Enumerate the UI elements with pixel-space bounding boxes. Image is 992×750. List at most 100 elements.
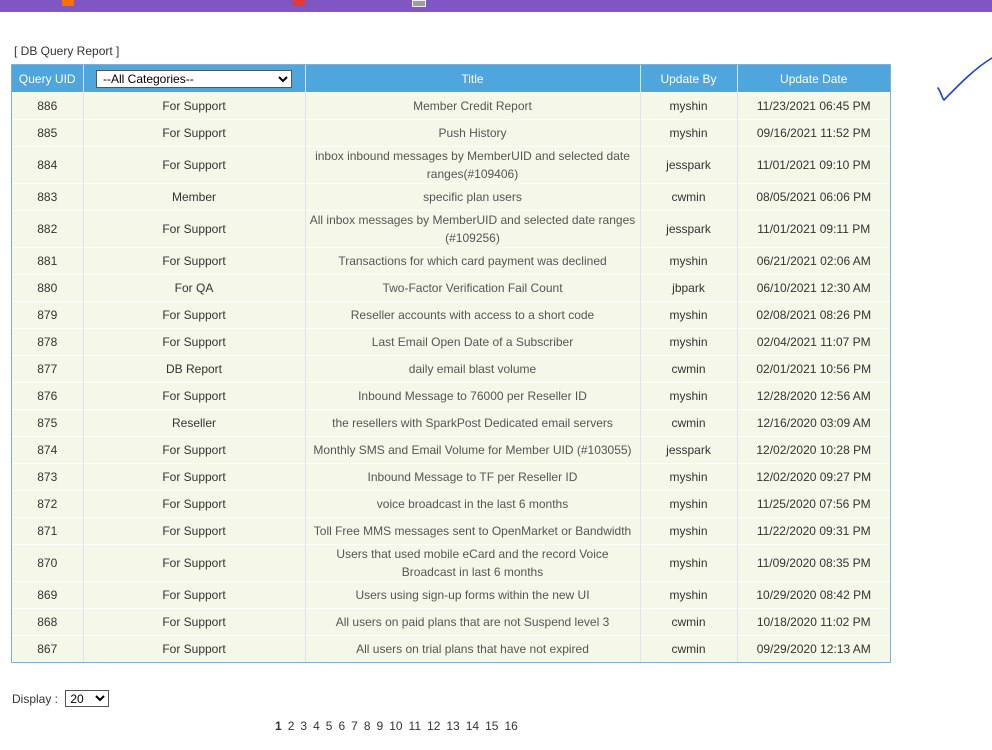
title-cell[interactable]: Toll Free MMS messages sent to OpenMarke… — [305, 517, 641, 545]
update-date-cell: 02/08/2021 08:26 PM — [737, 301, 890, 329]
page-link-12[interactable]: 12 — [427, 719, 440, 733]
query-uid-cell: 871 — [12, 517, 84, 545]
title-cell[interactable]: daily email blast volume — [305, 355, 641, 383]
category-cell: For Support — [83, 328, 306, 356]
title-cell[interactable]: Member Credit Report — [305, 92, 641, 120]
table-row[interactable]: 869 For Support Users using sign-up forms … — [12, 581, 890, 609]
document-icon[interactable] — [412, 0, 426, 7]
category-cell: For Support — [83, 146, 306, 184]
query-uid-cell: 870 — [12, 544, 84, 582]
table-row[interactable]: 868 For Support All users on paid plans th… — [12, 608, 890, 636]
title-cell[interactable]: All users on trial plans that have not e… — [305, 635, 641, 662]
title-cell[interactable]: All users on paid plans that are not Sus… — [305, 608, 641, 636]
table-row[interactable]: 882 For Support All inbox messages by Memb… — [12, 210, 890, 248]
orange-icon[interactable] — [62, 0, 74, 6]
table-row[interactable]: 871 For Support Toll Free MMS messages sen… — [12, 517, 890, 545]
update-date-cell: 08/05/2021 06:06 PM — [737, 183, 890, 211]
title-cell[interactable]: Last Email Open Date of a Subscriber — [305, 328, 641, 356]
title-cell[interactable]: voice broadcast in the last 6 months — [305, 490, 641, 518]
red-icon[interactable] — [293, 0, 305, 6]
update-date-cell: 06/10/2021 12:30 AM — [737, 274, 890, 302]
update-by-cell: myshin — [640, 463, 738, 491]
update-by-cell: jesspark — [640, 146, 738, 184]
page-link-9[interactable]: 9 — [377, 719, 384, 733]
title-cell[interactable]: Users that used mobile eCard and the rec… — [305, 544, 641, 582]
page-link-15[interactable]: 15 — [485, 719, 498, 733]
page-link-4[interactable]: 4 — [313, 719, 320, 733]
title-cell[interactable]: the resellers with SparkPost Dedicated e… — [305, 409, 641, 437]
table-row[interactable]: 874 For Support Monthly SMS and Email Volu… — [12, 436, 890, 464]
table-row[interactable]: 883 Member specific plan users cwmin 08/05/2… — [12, 183, 890, 211]
update-by-cell: myshin — [640, 382, 738, 410]
col-query-uid[interactable]: Query UID — [12, 65, 84, 93]
col-update-by[interactable]: Update By — [640, 65, 738, 93]
title-cell[interactable]: All inbox messages by MemberUID and sele… — [305, 210, 641, 248]
page-link-8[interactable]: 8 — [364, 719, 371, 733]
category-cell: For QA — [83, 274, 306, 302]
table-row[interactable]: 885 For Support Push History myshin 09/16/20… — [12, 119, 890, 147]
page-link-6[interactable]: 6 — [338, 719, 345, 733]
display-count-select[interactable]: 20 — [65, 690, 110, 707]
category-filter-select[interactable]: --All Categories-- — [96, 69, 292, 88]
category-cell: For Support — [83, 436, 306, 464]
table-row[interactable]: 876 For Support Inbound Message to 76000 p… — [12, 382, 890, 410]
title-cell[interactable]: Monthly SMS and Email Volume for Member … — [305, 436, 641, 464]
title-cell[interactable]: specific plan users — [305, 183, 641, 211]
query-uid-cell: 886 — [12, 92, 84, 120]
page-link-13[interactable]: 13 — [446, 719, 459, 733]
update-date-cell: 02/04/2021 11:07 PM — [737, 328, 890, 356]
update-date-cell: 11/09/2020 08:35 PM — [737, 544, 890, 582]
title-cell[interactable]: Inbound Message to TF per Reseller ID — [305, 463, 641, 491]
page-link-7[interactable]: 7 — [351, 719, 358, 733]
table-row[interactable]: 873 For Support Inbound Message to TF per … — [12, 463, 890, 491]
title-cell[interactable]: Two-Factor Verification Fail Count — [305, 274, 641, 302]
category-cell: Member — [83, 183, 306, 211]
title-cell[interactable]: Push History — [305, 119, 641, 147]
page-link-16[interactable]: 16 — [504, 719, 517, 733]
category-cell: For Support — [83, 635, 306, 662]
category-cell: For Support — [83, 119, 306, 147]
page-link-5[interactable]: 5 — [326, 719, 333, 733]
table-row[interactable]: 886 For Support Member Credit Report myshin… — [12, 92, 890, 120]
page-link-2[interactable]: 2 — [288, 719, 295, 733]
checkmark-annotation-icon — [937, 57, 992, 102]
page-link-1[interactable]: 1 — [275, 719, 282, 733]
update-by-cell: cwmin — [640, 355, 738, 383]
table-row[interactable]: 870 For Support Users that used mobile eCa… — [12, 544, 890, 582]
update-date-cell: 10/29/2020 08:42 PM — [737, 581, 890, 609]
col-update-date[interactable]: Update Date — [737, 65, 890, 93]
query-uid-cell: 879 — [12, 301, 84, 329]
table-row[interactable]: 875 Reseller the resellers with SparkPost … — [12, 409, 890, 437]
query-uid-cell: 867 — [12, 635, 84, 662]
category-cell: DB Report — [83, 355, 306, 383]
table-row[interactable]: 872 For Support voice broadcast in the las… — [12, 490, 890, 518]
query-uid-cell: 868 — [12, 608, 84, 636]
table-row[interactable]: 879 For Support Reseller accounts with acc… — [12, 301, 890, 329]
table-row[interactable]: 877 DB Report daily email blast volume cwmi… — [12, 355, 890, 383]
table-row[interactable]: 878 For Support Last Email Open Date of a … — [12, 328, 890, 356]
update-date-cell: 11/01/2021 09:11 PM — [737, 210, 890, 248]
title-cell[interactable]: Reseller accounts with access to a short… — [305, 301, 641, 329]
update-date-cell: 12/16/2020 03:09 AM — [737, 409, 890, 437]
title-cell[interactable]: Inbound Message to 76000 per Reseller ID — [305, 382, 641, 410]
query-uid-cell: 885 — [12, 119, 84, 147]
page-link-10[interactable]: 10 — [389, 719, 402, 733]
title-cell[interactable]: Transactions for which card payment was … — [305, 247, 641, 275]
table-row[interactable]: 884 For Support inbox inbound messages by … — [12, 146, 890, 184]
update-by-cell: cwmin — [640, 635, 738, 662]
title-cell[interactable]: Users using sign-up forms within the new… — [305, 581, 641, 609]
title-cell[interactable]: inbox inbound messages by MemberUID and … — [305, 146, 641, 184]
col-title[interactable]: Title — [305, 65, 641, 93]
page-link-11[interactable]: 11 — [409, 719, 421, 733]
page-link-3[interactable]: 3 — [300, 719, 307, 733]
category-cell: For Support — [83, 301, 306, 329]
query-uid-cell: 878 — [12, 328, 84, 356]
table-row[interactable]: 880 For QA Two-Factor Verification Fail Co… — [12, 274, 890, 302]
update-date-cell: 11/25/2020 07:56 PM — [737, 490, 890, 518]
update-date-cell: 12/28/2020 12:56 AM — [737, 382, 890, 410]
category-cell: Reseller — [83, 409, 306, 437]
table-row[interactable]: 867 For Support All users on trial plans t… — [12, 635, 890, 662]
table-row[interactable]: 881 For Support Transactions for which car… — [12, 247, 890, 275]
page-link-14[interactable]: 14 — [466, 719, 479, 733]
update-by-cell: myshin — [640, 490, 738, 518]
